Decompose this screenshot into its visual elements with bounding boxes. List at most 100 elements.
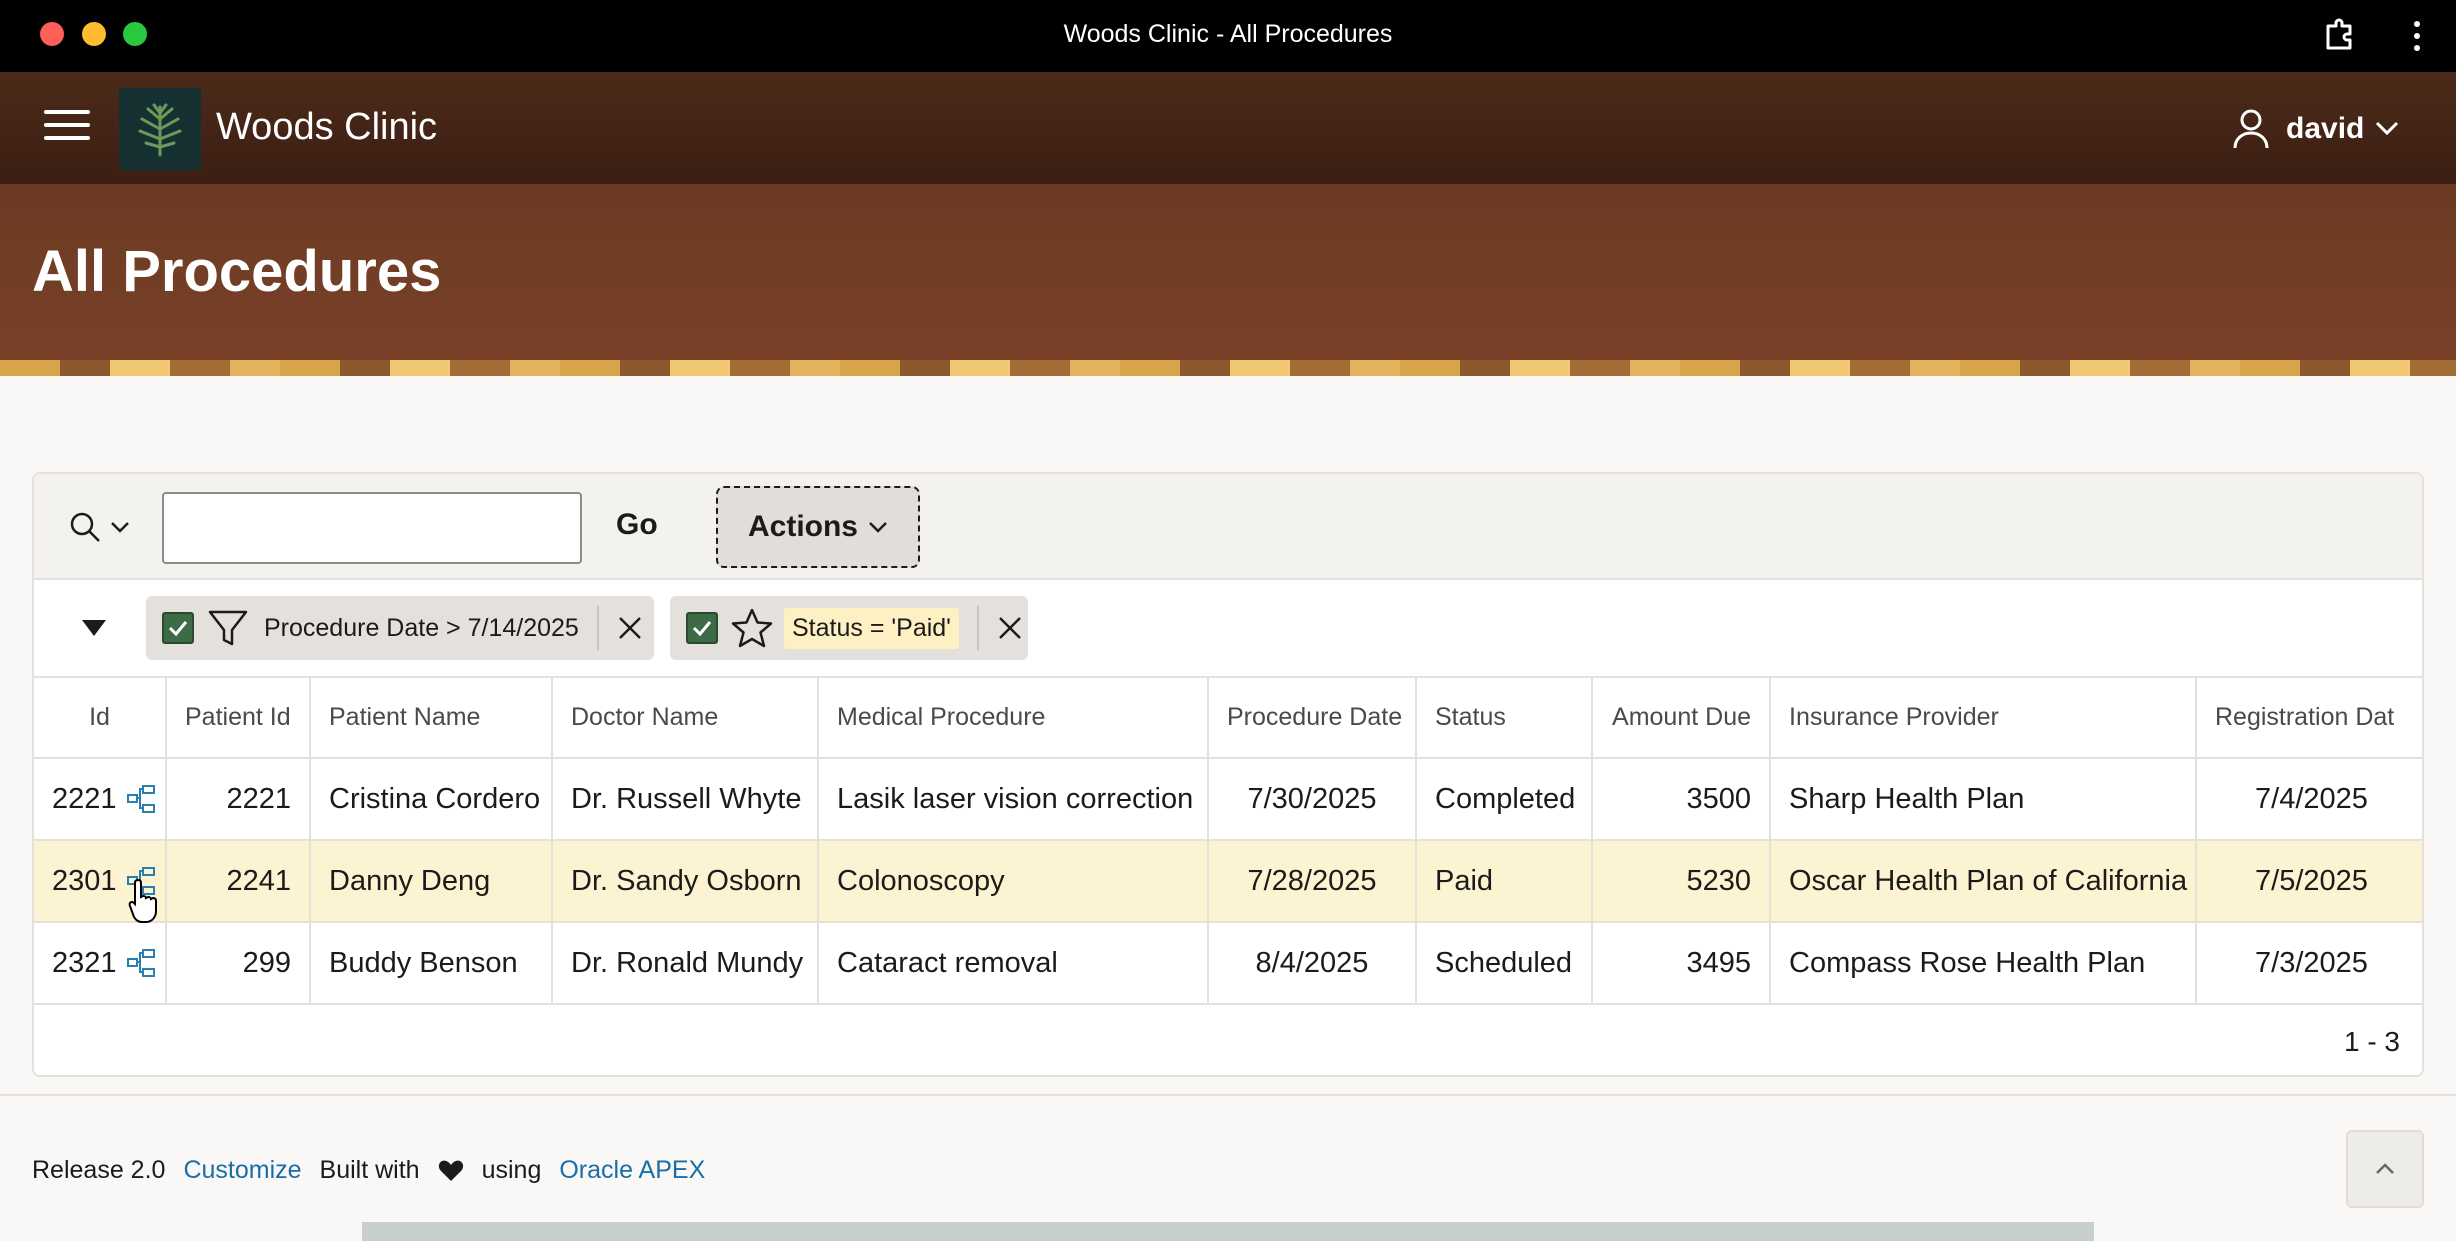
report-table: Id Patient Id Patient Name Doctor Name M…: [34, 678, 2422, 1005]
go-button[interactable]: Go: [616, 508, 658, 542]
window-titlebar: Woods Clinic - All Procedures: [0, 0, 2456, 72]
collapse-filters-icon[interactable]: [82, 620, 106, 636]
chevron-down-icon[interactable]: [110, 520, 130, 534]
cell-doctor-name: Dr. Russell Whyte: [552, 757, 819, 840]
column-header-insurance-provider[interactable]: Insurance Provider: [1770, 678, 2197, 758]
remove-filter-icon[interactable]: [997, 615, 1023, 641]
column-header-id[interactable]: Id: [34, 678, 167, 758]
cell-procedure-date: 7/28/2025: [1208, 839, 1417, 922]
filter-icon: [208, 610, 248, 646]
id-value: 2321: [52, 946, 117, 979]
cell-registration-date: 7/3/2025: [2196, 921, 2422, 1005]
hierarchy-link-icon[interactable]: [125, 947, 157, 979]
footer-divider: [0, 1094, 2456, 1096]
window-title: Woods Clinic - All Procedures: [1063, 20, 1393, 48]
cell-registration-date: 7/5/2025: [2196, 839, 2422, 922]
pagination-label: 1 - 3: [2343, 1026, 2400, 1057]
cell-medical-procedure: Lasik laser vision correction: [818, 757, 1209, 840]
chevron-down-icon: [869, 522, 887, 533]
remove-filter-icon[interactable]: [617, 615, 643, 641]
hamburger-menu-icon[interactable]: [44, 110, 90, 146]
user-icon[interactable]: [2232, 108, 2270, 150]
checkmark-icon: [168, 621, 188, 637]
star-icon: [731, 608, 773, 648]
table-row[interactable]: 2221 2221 Cristina Cordero Dr. Russell W…: [34, 757, 2422, 840]
search-icon[interactable]: [68, 510, 102, 544]
interactive-report: Go Actions Procedure Date > 7/14/2025 St…: [32, 472, 2424, 1077]
column-header-status[interactable]: Status: [1416, 678, 1593, 758]
scroll-to-top-button[interactable]: [2346, 1130, 2424, 1208]
table-row[interactable]: 2321 299 Buddy Benson Dr. Ronald Mundy C…: [34, 921, 2422, 1005]
built-with-label: Built with: [319, 1156, 420, 1184]
cell-id: 2221: [34, 757, 167, 840]
column-header-patient-id[interactable]: Patient Id: [166, 678, 311, 758]
app-header: Woods Clinic david: [0, 72, 2456, 184]
cell-procedure-date: 7/30/2025: [1208, 757, 1417, 840]
user-menu-label[interactable]: david: [2286, 112, 2364, 146]
more-menu-icon[interactable]: [2406, 16, 2428, 56]
checkmark-icon: [692, 621, 712, 637]
cell-patient-name: Buddy Benson: [310, 921, 553, 1005]
column-header-doctor-name[interactable]: Doctor Name: [552, 678, 819, 758]
filter-label[interactable]: Procedure Date > 7/14/2025: [264, 614, 579, 643]
cell-patient-id: 299: [166, 921, 311, 1005]
cell-insurance-provider: Compass Rose Health Plan: [1770, 921, 2197, 1005]
filter-enable-checkbox[interactable]: [162, 612, 194, 644]
cell-insurance-provider: Oscar Health Plan of California: [1770, 839, 2197, 922]
app-name[interactable]: Woods Clinic: [216, 106, 437, 149]
release-label: Release 2.0: [32, 1156, 166, 1184]
column-header-procedure-date[interactable]: Procedure Date: [1208, 678, 1417, 758]
chevron-down-icon[interactable]: [2374, 118, 2400, 138]
chevron-up-icon: [2376, 1163, 2394, 1174]
id-value: 2221: [52, 782, 117, 815]
table-header-row: Id Patient Id Patient Name Doctor Name M…: [34, 678, 2422, 758]
cell-insurance-provider: Sharp Health Plan: [1770, 757, 2197, 840]
hero-decorative-band: [0, 360, 2456, 376]
clinic-logo[interactable]: [119, 88, 201, 170]
cell-patient-name: Danny Deng: [310, 839, 553, 922]
cell-status: Completed: [1416, 757, 1593, 840]
table-row[interactable]: 2301 2241 Danny Deng Dr. Sandy Osborn Co…: [34, 839, 2422, 922]
filter-chip-status[interactable]: Status = 'Paid': [670, 596, 1028, 660]
cell-status: Scheduled: [1416, 921, 1593, 1005]
highlight-label[interactable]: Status = 'Paid': [784, 607, 959, 649]
id-value: 2301: [52, 864, 117, 897]
extensions-icon[interactable]: [2320, 14, 2360, 54]
filter-chip-procedure-date[interactable]: Procedure Date > 7/14/2025: [146, 596, 654, 660]
column-header-medical-procedure[interactable]: Medical Procedure: [818, 678, 1209, 758]
cell-doctor-name: Dr. Ronald Mundy: [552, 921, 819, 1005]
dock-strip: [362, 1222, 2094, 1241]
heart-icon: [438, 1160, 463, 1181]
column-header-patient-name[interactable]: Patient Name: [310, 678, 553, 758]
column-header-amount-due[interactable]: Amount Due: [1592, 678, 1771, 758]
report-toolbar: Go Actions: [34, 474, 2422, 580]
cell-procedure-date: 8/4/2025: [1208, 921, 1417, 1005]
using-label: using: [481, 1156, 542, 1184]
customize-link[interactable]: Customize: [183, 1156, 301, 1185]
actions-label: Actions: [747, 510, 858, 543]
cell-amount-due: 3495: [1592, 921, 1771, 1005]
tree-logo-icon: [138, 103, 182, 157]
chip-divider: [976, 606, 979, 650]
search-input[interactable]: [162, 492, 582, 564]
cell-amount-due: 3500: [1592, 757, 1771, 840]
cell-registration-date: 7/4/2025: [2196, 757, 2422, 840]
oracle-apex-link[interactable]: Oracle APEX: [559, 1156, 705, 1185]
cell-id: 2321: [34, 921, 167, 1005]
cell-patient-id: 2241: [166, 839, 311, 922]
filter-bar: Procedure Date > 7/14/2025 Status = 'Pai…: [34, 580, 2422, 678]
cell-patient-name: Cristina Cordero: [310, 757, 553, 840]
hierarchy-link-icon[interactable]: [125, 783, 157, 815]
page-footer: Release 2.0 Customize Built with using O…: [32, 1156, 705, 1185]
cell-patient-id: 2221: [166, 757, 311, 840]
filter-enable-checkbox[interactable]: [686, 612, 718, 644]
actions-button[interactable]: Actions: [716, 486, 920, 568]
cell-medical-procedure: Colonoscopy: [818, 839, 1209, 922]
cell-amount-due: 5230: [1592, 839, 1771, 922]
cell-status: Paid: [1416, 839, 1593, 922]
page-title: All Procedures: [32, 239, 442, 304]
page-hero: All Procedures: [0, 184, 2456, 376]
cell-doctor-name: Dr. Sandy Osborn: [552, 839, 819, 922]
column-header-registration-date[interactable]: Registration Dat: [2196, 678, 2422, 758]
cell-medical-procedure: Cataract removal: [818, 921, 1209, 1005]
